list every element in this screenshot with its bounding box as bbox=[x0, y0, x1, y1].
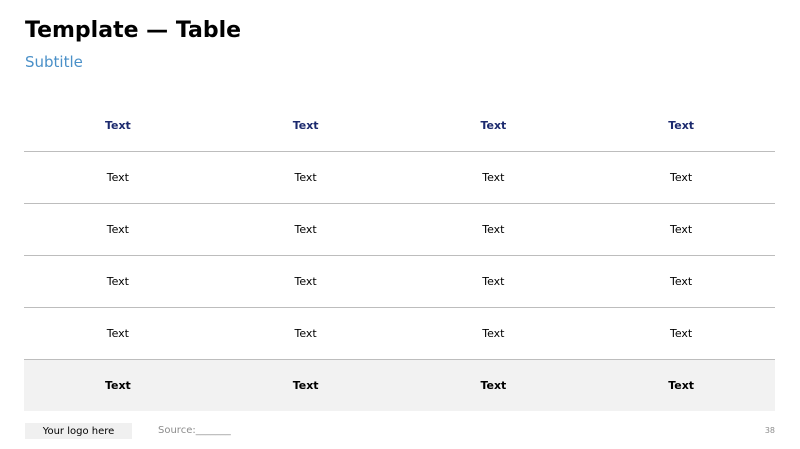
slide-subtitle: Subtitle bbox=[25, 53, 83, 71]
header-cell: Text bbox=[24, 100, 212, 152]
header-cell: Text bbox=[211, 100, 400, 152]
total-cell: Text bbox=[24, 359, 212, 411]
total-cell: Text bbox=[587, 359, 775, 411]
data-table: Text Text Text Text Text Text Text Text … bbox=[24, 100, 775, 411]
table-cell: Text bbox=[211, 203, 400, 256]
table-cell: Text bbox=[399, 151, 588, 204]
table-cell: Text bbox=[24, 307, 212, 360]
table-row: Text Text Text Text bbox=[24, 307, 775, 360]
slide-title: Template — Table bbox=[25, 18, 242, 43]
total-cell: Text bbox=[211, 359, 400, 411]
header-cell: Text bbox=[587, 100, 775, 152]
table-cell: Text bbox=[399, 203, 588, 256]
table-cell: Text bbox=[211, 151, 400, 204]
table-cell: Text bbox=[399, 307, 588, 360]
table-cell: Text bbox=[587, 151, 775, 204]
table-cell: Text bbox=[24, 151, 212, 204]
table-cell: Text bbox=[587, 203, 775, 256]
table-total-row: Text Text Text Text bbox=[24, 359, 775, 411]
header-cell: Text bbox=[399, 100, 588, 152]
table-cell: Text bbox=[587, 255, 775, 308]
source-note: Source:_______ bbox=[158, 425, 231, 436]
table-row: Text Text Text Text bbox=[24, 203, 775, 256]
table-cell: Text bbox=[211, 255, 400, 308]
table-header-row: Text Text Text Text bbox=[24, 100, 775, 152]
table-row: Text Text Text Text bbox=[24, 151, 775, 204]
table-cell: Text bbox=[24, 203, 212, 256]
table-cell: Text bbox=[587, 307, 775, 360]
table-cell: Text bbox=[211, 307, 400, 360]
table-row: Text Text Text Text bbox=[24, 255, 775, 308]
total-cell: Text bbox=[399, 359, 588, 411]
logo-placeholder: Your logo here bbox=[25, 423, 132, 439]
table-cell: Text bbox=[399, 255, 588, 308]
table-cell: Text bbox=[24, 255, 212, 308]
page-number: 38 bbox=[764, 426, 775, 435]
